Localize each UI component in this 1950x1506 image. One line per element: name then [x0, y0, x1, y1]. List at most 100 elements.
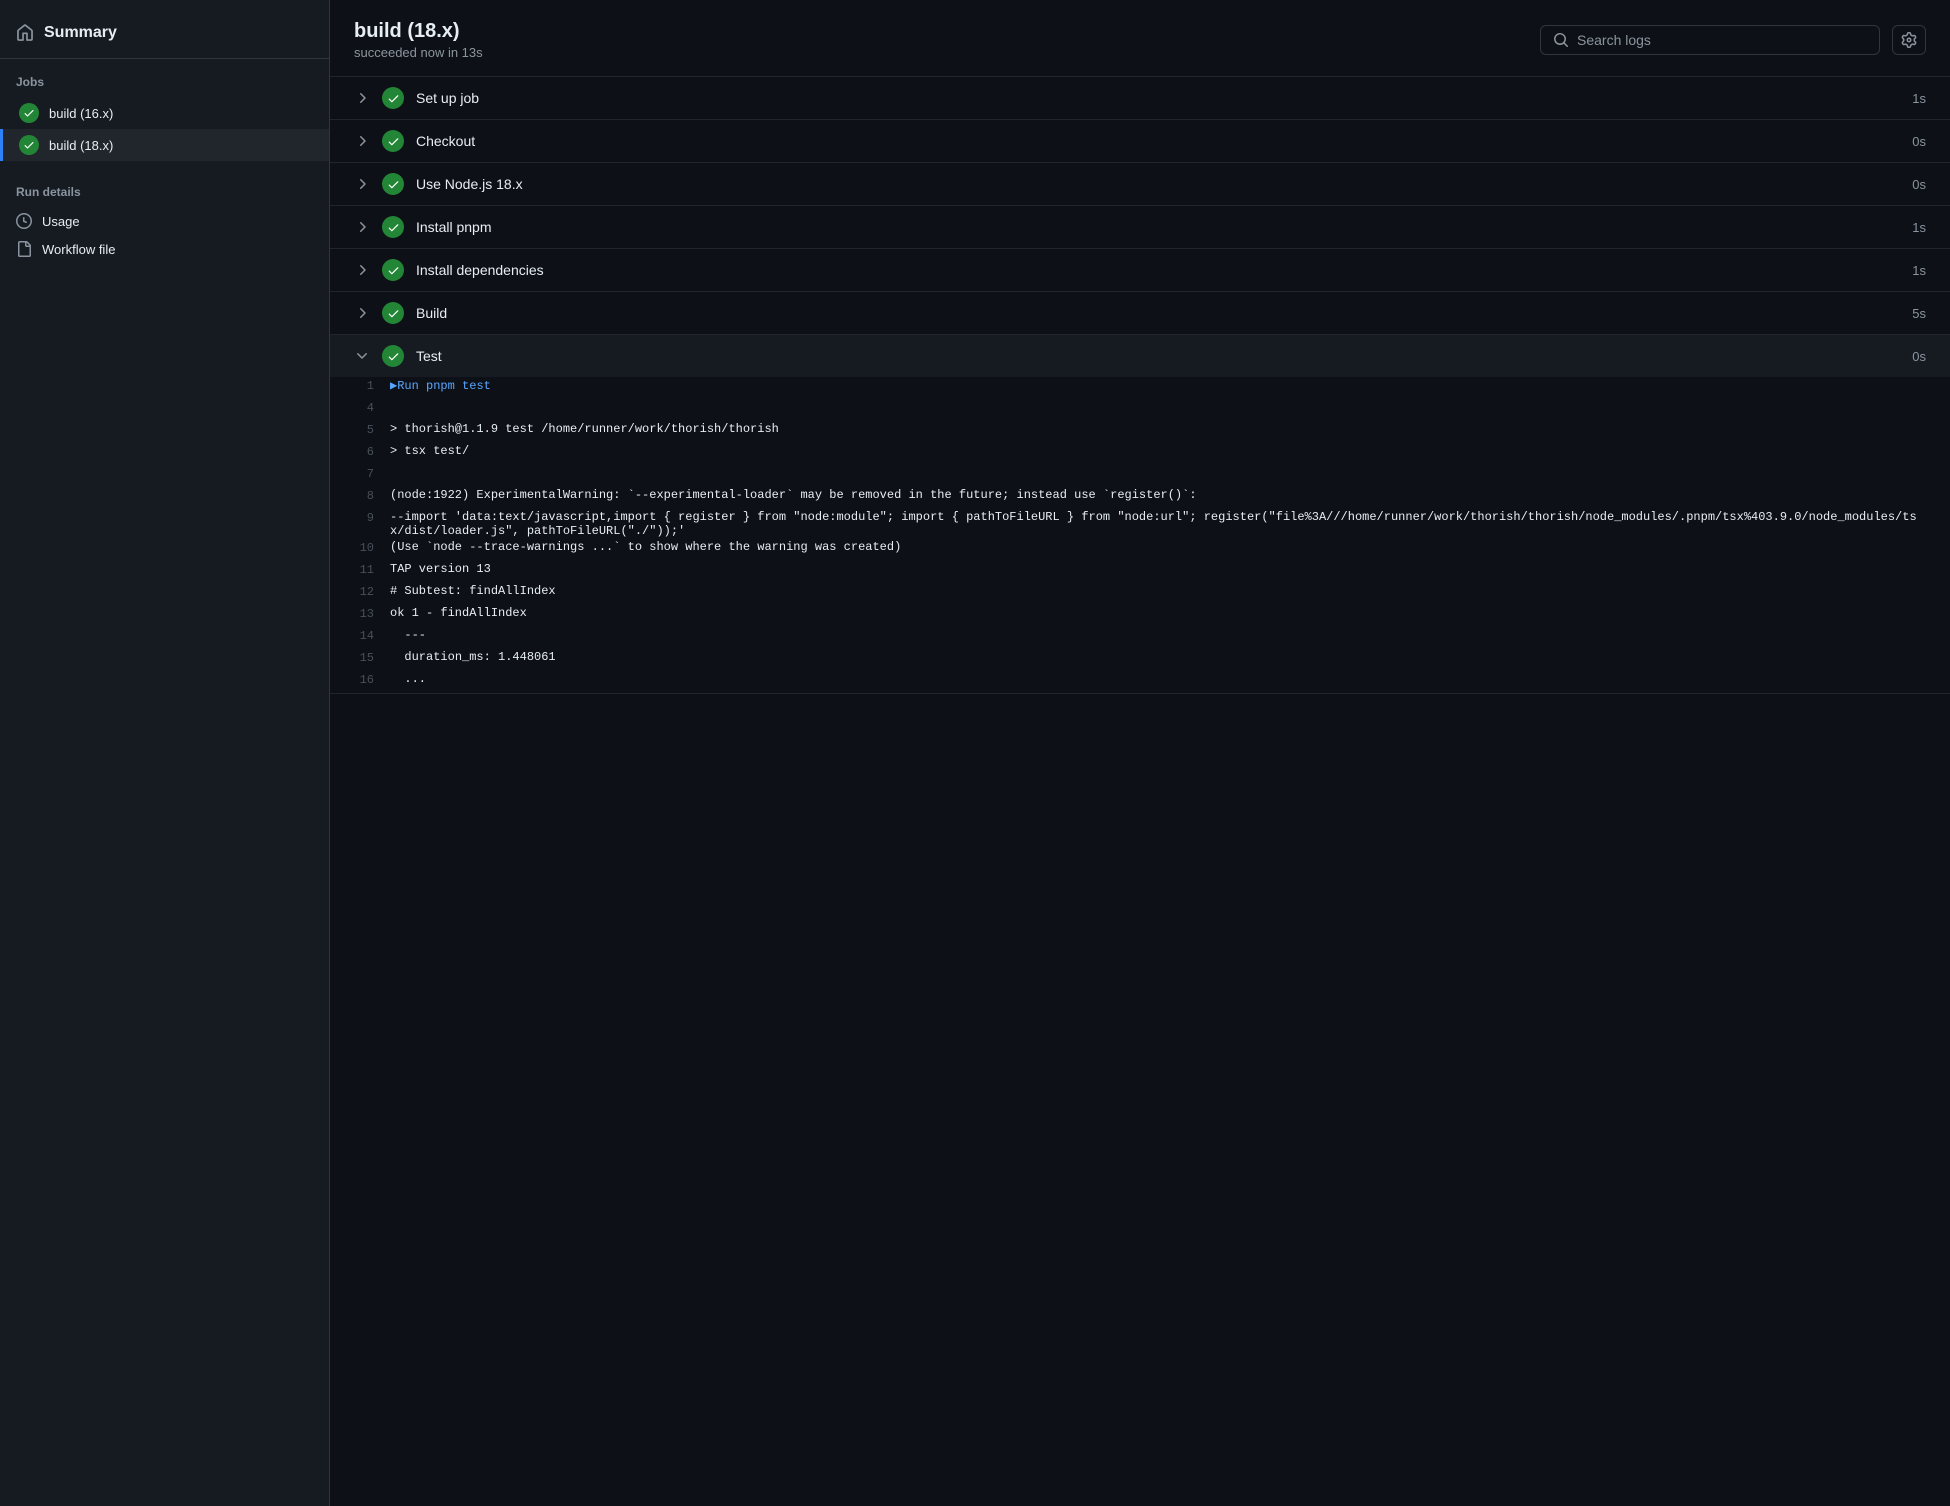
gear-icon	[1901, 32, 1917, 48]
step-row-set-up-job[interactable]: Set up job 1s	[330, 77, 1950, 120]
log-line-content-6: > tsx test/	[390, 444, 1926, 458]
log-line-11: 11TAP version 13	[330, 561, 1950, 583]
log-line-number-16: 16	[330, 672, 390, 687]
log-line-number-10: 10	[330, 540, 390, 555]
log-line-4: 4	[330, 399, 1950, 421]
log-line-1: 1▶Run pnpm test	[330, 377, 1950, 399]
step-status-icon-set-up-job	[382, 87, 404, 109]
check-icon-checkout	[387, 135, 400, 148]
sidebar-job-build-18x[interactable]: build (18.x)	[0, 129, 329, 161]
job-status-icon-16x	[19, 103, 39, 123]
step-status-icon-install-deps	[382, 259, 404, 281]
log-line-content-14: ---	[390, 628, 1926, 642]
clock-icon	[16, 213, 32, 229]
step-name-use-nodejs: Use Node.js 18.x	[416, 176, 1900, 192]
chevron-icon-checkout	[354, 133, 370, 149]
step-name-test: Test	[416, 348, 1900, 364]
log-line-content-9: --import 'data:text/javascript,import { …	[390, 510, 1926, 538]
check-icon-use-nodejs	[387, 178, 400, 191]
sidebar-summary-label: Summary	[44, 24, 117, 42]
sidebar-divider	[0, 58, 329, 59]
step-duration-install-pnpm: 1s	[1912, 220, 1926, 235]
chevron-icon-use-nodejs	[354, 176, 370, 192]
log-line-number-1: 1	[330, 378, 390, 393]
workflow-file-label: Workflow file	[42, 242, 115, 257]
log-line-number-5: 5	[330, 422, 390, 437]
jobs-list: build (16.x) build (18.x)	[0, 97, 329, 161]
settings-button[interactable]	[1892, 25, 1926, 55]
step-duration-checkout: 0s	[1912, 134, 1926, 149]
log-output-test: 1▶Run pnpm test45> thorish@1.1.9 test /h…	[330, 377, 1950, 694]
step-row-use-nodejs[interactable]: Use Node.js 18.x 0s	[330, 163, 1950, 206]
log-line-number-12: 12	[330, 584, 390, 599]
log-line-content-1: ▶Run pnpm test	[390, 378, 1926, 393]
step-duration-set-up-job: 1s	[1912, 91, 1926, 106]
log-line-content-8: (node:1922) ExperimentalWarning: `--expe…	[390, 488, 1926, 502]
step-name-install-pnpm: Install pnpm	[416, 219, 1900, 235]
log-line-9: 9--import 'data:text/javascript,import {…	[330, 509, 1950, 539]
main-header: build (18.x) succeeded now in 13s Search…	[330, 0, 1950, 77]
step-row-install-pnpm[interactable]: Install pnpm 1s	[330, 206, 1950, 249]
step-name-build: Build	[416, 305, 1900, 321]
log-line-content-16: ...	[390, 672, 1926, 686]
usage-label: Usage	[42, 214, 80, 229]
job-label-18x: build (18.x)	[49, 138, 113, 153]
log-line-5: 5> thorish@1.1.9 test /home/runner/work/…	[330, 421, 1950, 443]
log-line-content-5: > thorish@1.1.9 test /home/runner/work/t…	[390, 422, 1926, 436]
search-logs-placeholder: Search logs	[1577, 32, 1651, 48]
check-icon-install-deps	[387, 264, 400, 277]
log-line-13: 13ok 1 - findAllIndex	[330, 605, 1950, 627]
file-icon	[16, 241, 32, 257]
step-duration-install-deps: 1s	[1912, 263, 1926, 278]
sidebar-usage-item[interactable]: Usage	[0, 207, 329, 235]
log-line-number-6: 6	[330, 444, 390, 459]
log-line-14: 14 ---	[330, 627, 1950, 649]
page-title: build (18.x)	[354, 20, 483, 43]
check-icon-18x	[23, 139, 35, 151]
sidebar-job-build-16x[interactable]: build (16.x)	[0, 97, 329, 129]
step-row-checkout[interactable]: Checkout 0s	[330, 120, 1950, 163]
main-content: build (18.x) succeeded now in 13s Search…	[330, 0, 1950, 1506]
log-line-content-15: duration_ms: 1.448061	[390, 650, 1926, 664]
step-name-install-deps: Install dependencies	[416, 262, 1900, 278]
run-details-label: Run details	[0, 181, 329, 207]
header-right: Search logs	[1540, 25, 1926, 55]
check-icon-install-pnpm	[387, 221, 400, 234]
job-label-16x: build (16.x)	[49, 106, 113, 121]
log-line-number-9: 9	[330, 510, 390, 525]
sidebar-summary-link[interactable]: Summary	[0, 16, 329, 58]
step-duration-test: 0s	[1912, 349, 1926, 364]
log-line-16: 16 ...	[330, 671, 1950, 693]
chevron-icon-test	[354, 348, 370, 364]
steps-list: Set up job 1s Checkout 0s Use Node.js 18…	[330, 77, 1950, 1506]
step-name-set-up-job: Set up job	[416, 90, 1900, 106]
job-status-icon-18x	[19, 135, 39, 155]
log-line-12: 12# Subtest: findAllIndex	[330, 583, 1950, 605]
log-line-7: 7	[330, 465, 1950, 487]
log-line-number-13: 13	[330, 606, 390, 621]
sidebar-workflow-file-item[interactable]: Workflow file	[0, 235, 329, 263]
step-row-install-deps[interactable]: Install dependencies 1s	[330, 249, 1950, 292]
jobs-section-label: Jobs	[0, 71, 329, 97]
check-icon-build	[387, 307, 400, 320]
log-line-content-12: # Subtest: findAllIndex	[390, 584, 1926, 598]
run-details-section: Run details Usage Workflow file	[0, 181, 329, 263]
step-status-icon-checkout	[382, 130, 404, 152]
step-duration-use-nodejs: 0s	[1912, 177, 1926, 192]
log-line-number-8: 8	[330, 488, 390, 503]
search-logs-input[interactable]: Search logs	[1540, 25, 1880, 55]
step-status-icon-install-pnpm	[382, 216, 404, 238]
log-line-number-15: 15	[330, 650, 390, 665]
step-row-test[interactable]: Test 0s	[330, 335, 1950, 377]
log-line-number-11: 11	[330, 562, 390, 577]
step-status-icon-test	[382, 345, 404, 367]
chevron-icon-install-pnpm	[354, 219, 370, 235]
step-row-build[interactable]: Build 5s	[330, 292, 1950, 335]
home-icon	[16, 24, 34, 42]
log-line-content-10: (Use `node --trace-warnings ...` to show…	[390, 540, 1926, 554]
chevron-icon-build	[354, 305, 370, 321]
chevron-icon-install-deps	[354, 262, 370, 278]
search-icon	[1553, 32, 1569, 48]
step-status-icon-build	[382, 302, 404, 324]
log-line-6: 6> tsx test/	[330, 443, 1950, 465]
